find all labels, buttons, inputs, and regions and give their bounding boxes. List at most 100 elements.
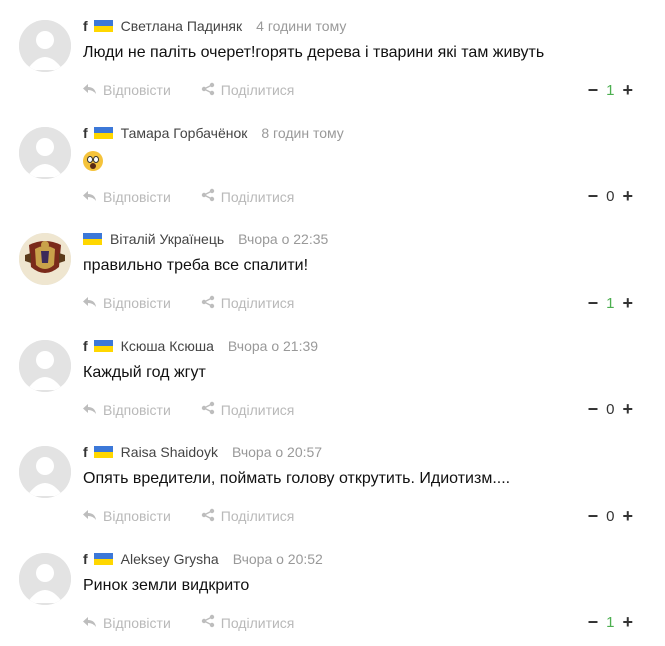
avatar[interactable] [19, 552, 71, 605]
reply-icon [83, 615, 103, 631]
vote-controls: − 1 + [588, 292, 633, 314]
vote-count: 1 [606, 294, 615, 312]
reply-icon [83, 402, 103, 418]
upvote-button[interactable]: + [622, 506, 633, 527]
reply-icon [83, 189, 103, 205]
upvote-button[interactable]: + [622, 186, 633, 207]
avatar[interactable] [19, 339, 71, 392]
ukraine-flag-icon [93, 339, 113, 352]
facebook-icon: f [83, 550, 88, 567]
reply-button[interactable]: Відповісти [83, 615, 171, 631]
downvote-button[interactable]: − [588, 399, 599, 420]
astonished-face-emoji [83, 150, 103, 171]
reply-button[interactable]: Відповісти [83, 189, 171, 205]
comment-time[interactable]: 8 годин тому [261, 125, 343, 141]
reply-label: Відповісти [103, 401, 171, 418]
upvote-button[interactable]: + [622, 293, 633, 314]
comment-time[interactable]: 4 години тому [256, 18, 346, 34]
comment-text: Каждый год жгут [83, 363, 206, 381]
comment-header: f Светлана Падиняк 4 години тому [83, 14, 346, 38]
comment-text: Люди не паліть очерет!горять дерева і тв… [83, 44, 545, 61]
vote-count: 1 [606, 614, 615, 631]
vote-controls: − 0 + [588, 186, 633, 208]
facebook-icon: f [83, 124, 88, 141]
ukraine-flag-icon [83, 233, 102, 245]
facebook-icon: f [83, 18, 88, 34]
reply-button[interactable]: Відповісти [83, 295, 171, 311]
upvote-button[interactable]: + [622, 80, 633, 101]
reply-icon [83, 295, 103, 311]
upvote-button[interactable]: + [622, 612, 633, 633]
reply-button[interactable]: Відповісти [83, 508, 171, 524]
comment-item: f Ксюша Ксюша Вчора о 21:39 Каждый год ж… [0, 320, 665, 427]
author-name[interactable]: Тамара Горбачёнок [121, 125, 248, 141]
comment-actions: Відповісти Поділитися [83, 505, 324, 527]
share-icon [201, 82, 221, 99]
downvote-button[interactable]: − [588, 612, 599, 633]
reply-icon [83, 82, 103, 98]
comment-header: f Aleksey Grysha Вчора о 20:52 [83, 547, 323, 571]
downvote-button[interactable]: − [588, 506, 599, 527]
ukraine-flag-icon [93, 552, 113, 565]
vote-controls: − 1 + [588, 79, 633, 101]
reply-label: Відповісти [103, 188, 171, 205]
share-button[interactable]: Поділитися [201, 401, 295, 418]
share-label: Поділитися [220, 82, 295, 98]
share-label: Поділитися [220, 188, 295, 205]
author-name[interactable]: Ксюша Ксюша [121, 338, 214, 354]
share-icon [201, 401, 221, 418]
avatar[interactable] [19, 233, 71, 285]
share-icon [201, 614, 221, 631]
comment-text: Опять вредители, поймать голову открутит… [83, 470, 511, 487]
reply-label: Відповісти [103, 82, 171, 98]
comment-body: правильно треба все спалити! [83, 257, 308, 275]
share-button[interactable]: Поділитися [201, 295, 295, 312]
comment-body: Ринок земли видкрито [83, 577, 249, 595]
avatar[interactable] [19, 446, 71, 498]
share-icon [201, 295, 221, 312]
share-icon [201, 508, 221, 525]
comment-body [83, 150, 103, 171]
comment-item: f Тамара Горбачёнок 8 годин тому Відпові… [0, 107, 665, 214]
comment-time[interactable]: Вчора о 21:39 [228, 338, 318, 354]
avatar[interactable] [19, 126, 71, 179]
author-name[interactable]: Віталій Українець [110, 231, 224, 247]
vote-count: 0 [606, 188, 615, 205]
vote-count: 0 [606, 401, 615, 418]
share-label: Поділитися [220, 614, 295, 631]
ukraine-flag-icon [93, 126, 113, 139]
author-name[interactable]: Aleksey Grysha [121, 551, 219, 567]
comment-time[interactable]: Вчора о 20:57 [232, 444, 322, 460]
comment-actions: Відповісти Поділитися [83, 79, 324, 101]
share-button[interactable]: Поділитися [201, 614, 295, 631]
author-name[interactable]: Светлана Падиняк [121, 18, 242, 34]
share-label: Поділитися [220, 401, 295, 418]
reply-button[interactable]: Відповісти [83, 402, 171, 418]
comment-body: Люди не паліть очерет!горять дерева і тв… [83, 44, 544, 62]
author-name[interactable]: Raisa Shaidoyk [121, 444, 218, 460]
downvote-button[interactable]: − [588, 186, 599, 207]
comment-time[interactable]: Вчора о 20:52 [233, 551, 323, 567]
comment-text: Ринок земли видкрито [83, 576, 250, 594]
share-label: Поділитися [220, 508, 295, 524]
comment-body: Каждый год жгут [83, 364, 206, 382]
share-button[interactable]: Поділитися [201, 188, 295, 205]
reply-label: Відповісти [103, 508, 171, 524]
avatar[interactable] [19, 20, 71, 72]
reply-label: Відповісти [103, 614, 171, 631]
ukraine-flag-icon [93, 446, 113, 458]
comment-text: правильно треба все спалити! [83, 257, 309, 274]
comment-item: f Aleksey Grysha Вчора о 20:52 Ринок зем… [0, 533, 665, 640]
share-button[interactable]: Поділитися [201, 82, 295, 99]
downvote-button[interactable]: − [588, 80, 599, 101]
vote-controls: − 0 + [588, 399, 633, 421]
share-button[interactable]: Поділитися [201, 508, 295, 525]
comment-actions: Відповісти Поділитися [83, 399, 324, 421]
reply-button[interactable]: Відповісти [83, 82, 171, 98]
vote-count: 1 [606, 81, 615, 99]
downvote-button[interactable]: − [588, 293, 599, 314]
upvote-button[interactable]: + [622, 399, 633, 420]
comment-body: Опять вредители, поймать голову открутит… [83, 470, 510, 488]
share-label: Поділитися [220, 295, 295, 311]
comment-time[interactable]: Вчора о 22:35 [238, 231, 328, 247]
